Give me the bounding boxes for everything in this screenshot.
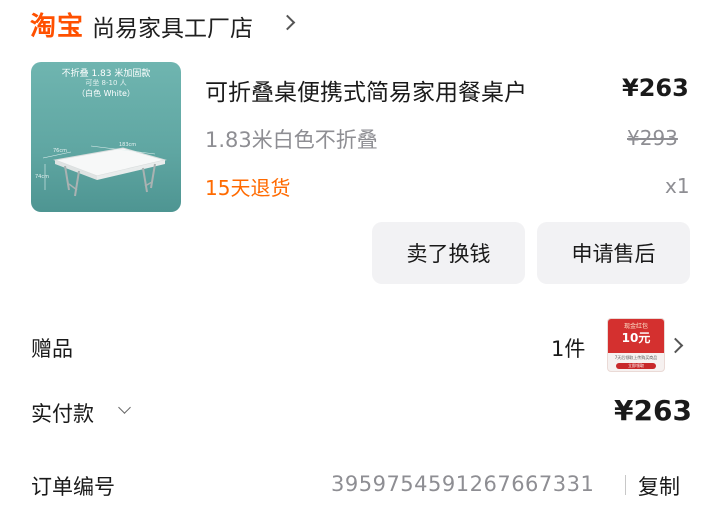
sell-button[interactable]: 卖了换钱 bbox=[372, 222, 525, 284]
shop-name[interactable]: 尚易家具工厂店 bbox=[92, 9, 253, 43]
gift-coupon-thumbnail[interactable]: 现金红包 10元 7天后领取上传购买商品 立即领取 bbox=[607, 318, 665, 372]
gift-count[interactable]: 1件 bbox=[551, 333, 585, 363]
taobao-logo: 淘宝 bbox=[30, 12, 85, 42]
paid-amount: ¥263 bbox=[614, 394, 692, 427]
original-price: ¥293 bbox=[627, 126, 678, 150]
after-sales-button[interactable]: 申请售后 bbox=[537, 222, 690, 284]
chevron-down-icon[interactable] bbox=[118, 401, 131, 414]
product-title[interactable]: 可折叠桌便携式简易家用餐桌户 bbox=[205, 73, 595, 107]
chevron-right-icon[interactable] bbox=[279, 14, 296, 31]
product-image[interactable]: 不折叠 1.83 米加固款 可坐 8-10 人 （白色 White） 76cm … bbox=[31, 62, 181, 212]
coupon-tag: 立即领取 bbox=[616, 363, 656, 369]
order-number-label: 订单编号 bbox=[31, 475, 115, 499]
dimension-label: 76cm bbox=[53, 148, 67, 154]
copy-button[interactable]: 复制 bbox=[638, 471, 680, 501]
paid-label[interactable]: 实付款 bbox=[31, 398, 94, 428]
gift-label: 赠品 bbox=[31, 337, 73, 361]
product-price: ¥263 bbox=[622, 74, 689, 102]
dimension-label: 74cm bbox=[35, 174, 49, 180]
coupon-amount: 10元 bbox=[621, 331, 651, 345]
product-quantity: x1 bbox=[665, 174, 690, 198]
product-sku: 1.83米白色不折叠 bbox=[205, 128, 378, 152]
refund-policy-badge: 15天退货 bbox=[205, 176, 291, 200]
folding-table-illustration bbox=[42, 145, 167, 197]
divider bbox=[625, 475, 626, 495]
coupon-description: 7天后领取上传购买商品 bbox=[614, 355, 658, 360]
dimension-label: 183cm bbox=[119, 142, 137, 148]
chevron-right-icon[interactable] bbox=[667, 337, 684, 354]
order-number: 3959754591267667331 bbox=[331, 472, 595, 496]
